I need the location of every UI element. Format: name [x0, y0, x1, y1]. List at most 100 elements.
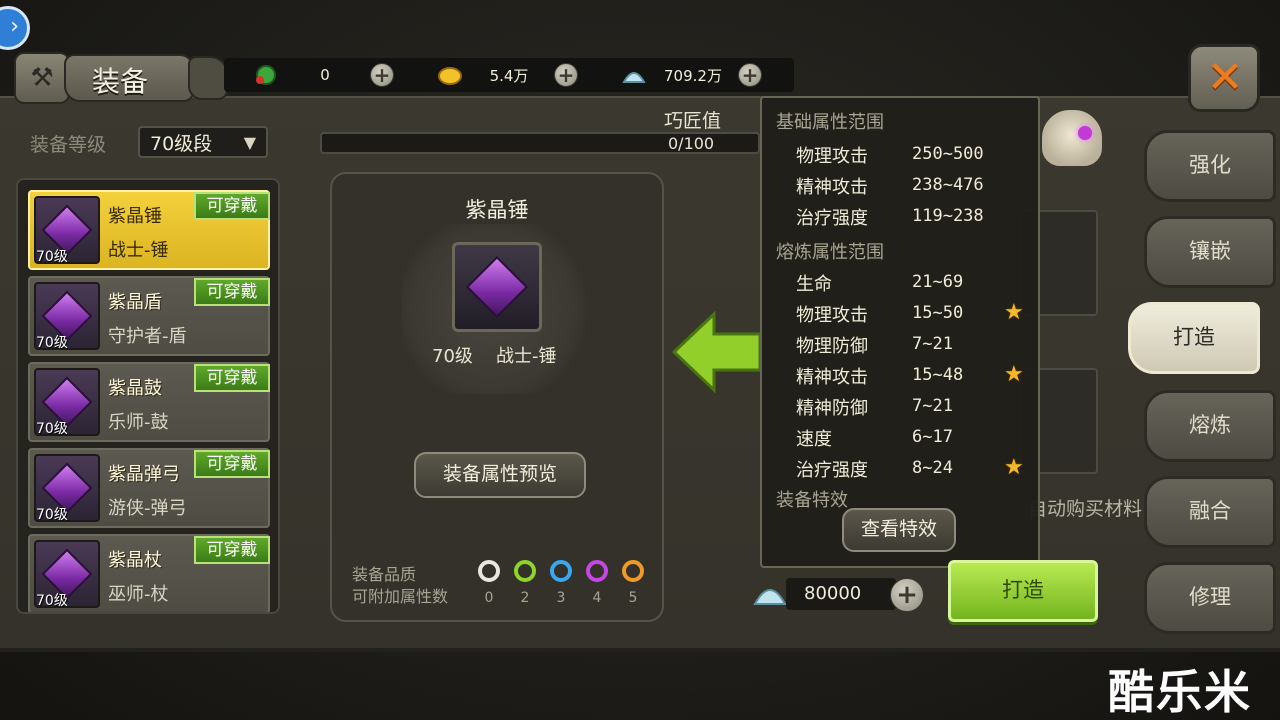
quality-green-icon — [514, 560, 536, 582]
view-effect-button[interactable]: 查看特效 — [842, 508, 956, 552]
item-level: 70级 — [36, 593, 68, 609]
auto-buy-label[interactable]: 自动购买材料 — [1028, 494, 1142, 521]
attr-range: 250~500 — [912, 144, 984, 164]
attr-range: 119~238 — [912, 206, 984, 226]
list-item[interactable]: 70级 紫晶弹弓 游侠-弹弓 可穿戴 — [28, 448, 270, 528]
attr-name: 治疗强度 — [796, 208, 868, 229]
star-icon: ★ — [1004, 300, 1024, 325]
currency-gold: 5.4万 + — [436, 58, 578, 92]
level-select[interactable]: 70级段 ▼ — [138, 126, 268, 158]
item-level: 70级 — [36, 335, 68, 351]
wearable-badge: 可穿戴 — [194, 192, 270, 220]
craftsmanship-value: 0/100 — [668, 134, 715, 153]
list-item[interactable]: 70级 紫晶锤 战士-锤 可穿戴 — [28, 190, 270, 270]
cost-shell-icon — [752, 576, 788, 608]
equipment-list[interactable]: 70级 紫晶锤 战士-锤 可穿戴 70级 紫晶盾 守护者-盾 可穿戴 70级 紫… — [16, 178, 280, 614]
item-level: 70级 — [36, 507, 68, 523]
dropdown-arrow-icon: ▼ — [243, 133, 256, 152]
attr-name: 物理防御 — [796, 336, 868, 357]
attr-range: 7~21 — [912, 396, 953, 416]
skull-icon — [1040, 108, 1104, 168]
quality-blue-icon — [550, 560, 572, 582]
forge-cost: 80000 — [786, 578, 896, 610]
currency-green: 0 + — [252, 58, 394, 92]
list-item[interactable]: 70级 紫晶鼓 乐师-鼓 可穿戴 — [28, 362, 270, 442]
craftsmanship-label: 巧匠值 — [664, 110, 722, 132]
card-level: 70级 — [432, 346, 473, 367]
item-name: 紫晶盾 — [108, 292, 162, 313]
add-shell-button[interactable]: + — [738, 63, 762, 87]
currency-shell: 709.2万 + — [620, 58, 762, 92]
level-filter-label: 装备等级 — [30, 134, 107, 156]
attr-range: 238~476 — [912, 175, 984, 195]
add-gold-button[interactable]: + — [554, 63, 578, 87]
item-name: 紫晶锤 — [108, 206, 162, 227]
wearable-badge: 可穿戴 — [194, 536, 270, 564]
card-class: 战士-锤 — [496, 346, 557, 367]
attr-name: 精神攻击 — [796, 177, 868, 198]
quality-labels: 装备品质 可附加属性数 — [352, 564, 448, 608]
attr-name: 物理攻击 — [796, 305, 868, 326]
shell-icon — [620, 63, 648, 87]
tab-repair[interactable]: 修理 — [1144, 562, 1276, 634]
base-attr-heading: 基础属性范围 — [776, 112, 884, 133]
wearable-badge: 可穿戴 — [194, 278, 270, 306]
level-select-value: 70级段 — [150, 132, 213, 155]
list-item[interactable]: 70级 紫晶杖 巫师-杖 可穿戴 — [28, 534, 270, 612]
forge-button[interactable]: 打造 — [948, 560, 1098, 622]
attr-name: 速度 — [796, 429, 832, 450]
quality-attr-count: 2 — [520, 590, 530, 606]
effect-heading: 装备特效 — [776, 490, 848, 511]
add-shell-cost-button[interactable]: + — [890, 578, 924, 612]
attr-name: 物理攻击 — [796, 146, 868, 167]
quality-attr-count: 4 — [592, 590, 602, 606]
wearable-badge: 可穿戴 — [194, 450, 270, 478]
tab-fuse[interactable]: 融合 — [1144, 476, 1276, 548]
attr-range: 7~21 — [912, 334, 953, 354]
attr-name: 治疗强度 — [796, 460, 868, 481]
attr-range: 15~48 — [912, 365, 964, 385]
item-level: 70级 — [36, 249, 68, 265]
item-class: 巫师-杖 — [108, 584, 169, 605]
currency-value: 0 — [320, 66, 330, 84]
page-title: 装备 — [92, 65, 149, 98]
close-button[interactable]: ✕ — [1188, 44, 1260, 112]
tab-inlay[interactable]: 镶嵌 — [1144, 216, 1276, 288]
hammer-icon — [452, 242, 542, 332]
close-icon: ✕ — [1206, 52, 1244, 103]
item-name: 紫晶杖 — [108, 550, 162, 571]
attribute-preview-button[interactable]: 装备属性预览 — [414, 452, 586, 498]
gold-icon — [436, 63, 464, 87]
item-class: 守护者-盾 — [108, 326, 187, 347]
attr-range: 8~24 — [912, 458, 953, 478]
item-class: 战士-锤 — [108, 240, 169, 261]
add-currency-button[interactable]: + — [370, 63, 394, 87]
item-name: 紫晶弹弓 — [108, 464, 180, 485]
quality-purple-icon — [586, 560, 608, 582]
quality-attr-count: 0 — [484, 590, 494, 606]
quality-attr-count: 5 — [628, 590, 638, 606]
title-plate: ⚒ 装备 — [8, 48, 228, 108]
currency-value: 5.4万 — [489, 66, 529, 85]
watermark-logo: 酷乐米 — [1108, 665, 1252, 719]
tab-forge[interactable]: 打造 — [1128, 302, 1260, 374]
attr-name: 精神防御 — [796, 398, 868, 419]
item-name: 紫晶鼓 — [108, 378, 162, 399]
arrow-left-icon — [672, 310, 762, 394]
green-gem-icon — [252, 63, 280, 87]
quality-white-icon — [478, 560, 500, 582]
currency-value: 709.2万 — [664, 66, 722, 85]
star-icon: ★ — [1004, 455, 1024, 480]
list-item[interactable]: 70级 紫晶盾 守护者-盾 可穿戴 — [28, 276, 270, 356]
tab-enhance[interactable]: 强化 — [1144, 130, 1276, 202]
item-level: 70级 — [36, 421, 68, 437]
tab-smelt[interactable]: 熔炼 — [1144, 390, 1276, 462]
card-title: 紫晶锤 — [465, 198, 529, 222]
attr-range: 21~69 — [912, 272, 964, 292]
quality-label: 装备品质 — [352, 565, 417, 584]
star-icon: ★ — [1004, 362, 1024, 387]
attr-count-label: 可附加属性数 — [352, 587, 449, 606]
rock-decoration — [188, 56, 228, 100]
attr-name: 精神攻击 — [796, 367, 868, 388]
attribute-tooltip: 基础属性范围 物理攻击 250~500 精神攻击 238~476 治疗强度 11… — [760, 96, 1040, 568]
